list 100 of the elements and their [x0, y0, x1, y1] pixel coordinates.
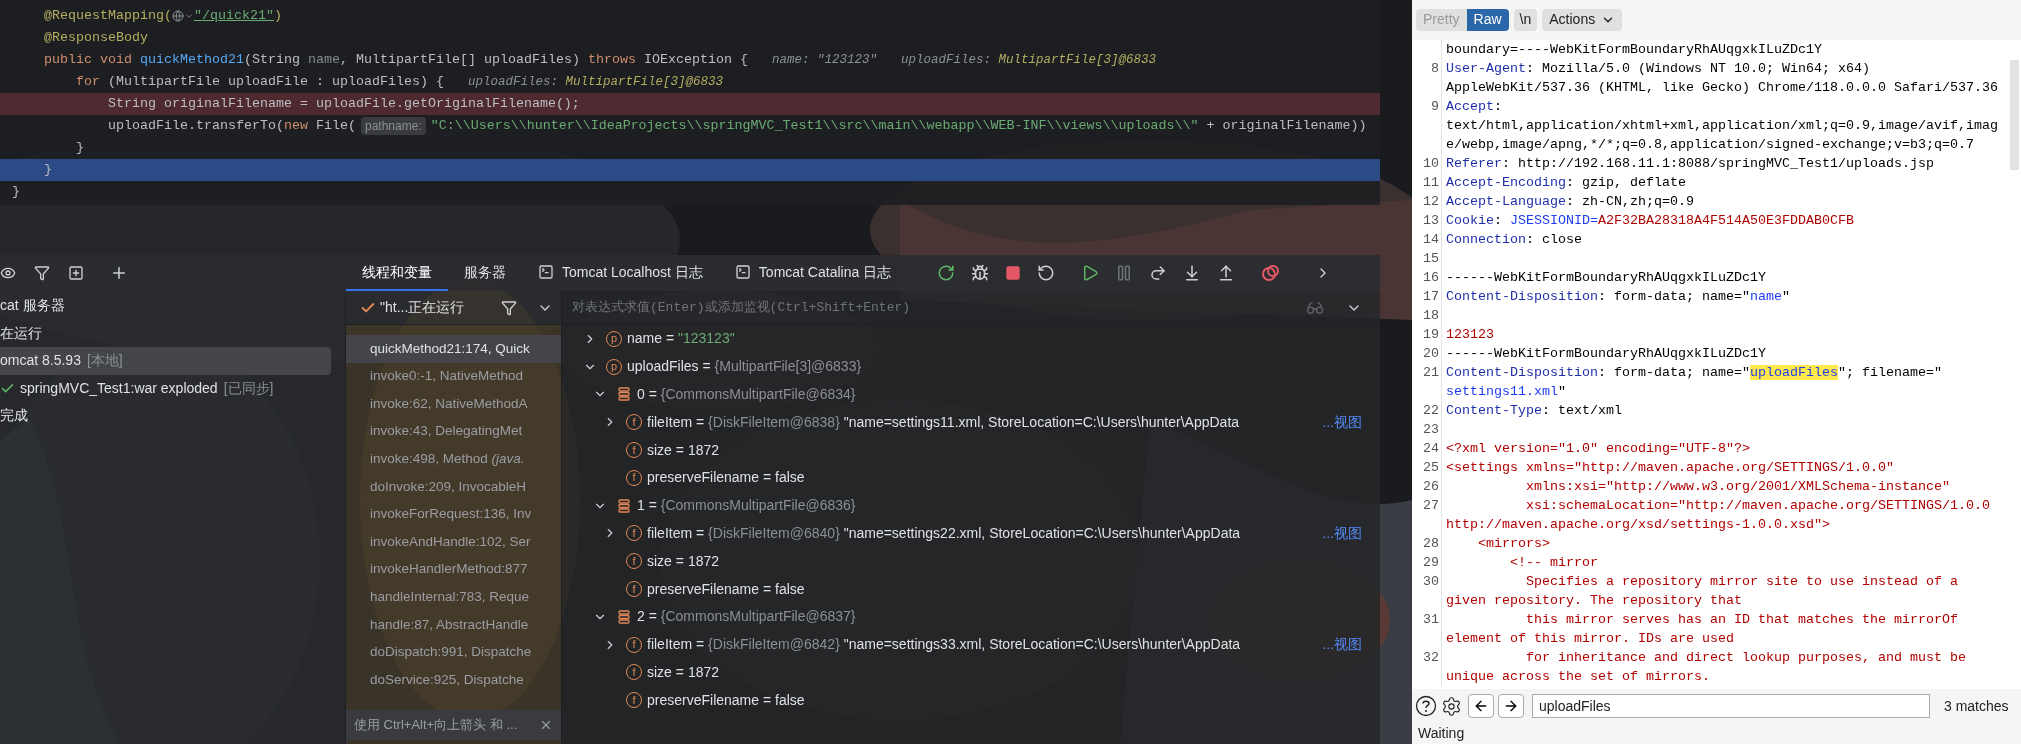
stack-frame[interactable]: handle:87, AbstractHandle — [346, 610, 561, 639]
request-text-line: ------WebKitFormBoundaryRhAUqgxkILuZDc1Y — [1445, 344, 1766, 363]
variable-text: size = 1872 — [647, 440, 720, 460]
bug-icon[interactable] — [971, 264, 990, 282]
stack-icon — [616, 608, 632, 625]
scrollbar-thumb[interactable] — [2009, 59, 2019, 170]
tab[interactable]: Tomcat Localhost 日志 — [522, 255, 719, 291]
request-text-line: http://maven.apache.org/xsd/settings-1.0.0.xsd"> — [1445, 515, 1830, 534]
tab[interactable]: 服务器 — [448, 255, 522, 291]
line-number: 30 — [1423, 573, 1439, 589]
refresh-icon[interactable] — [937, 264, 956, 282]
line-number: 31 — [1423, 611, 1439, 627]
request-text-line: Content-Disposition: form-data; name="uploadFiles"; filename=" — [1445, 363, 1942, 382]
filter-icon[interactable] — [501, 299, 517, 316]
hint-text: 使用 Ctrl+Alt+向上箭头 和 ... — [354, 716, 518, 735]
stack-frame[interactable]: doService:925, Dispatche — [346, 666, 561, 694]
request-text-line: settings11.xml" — [1445, 382, 1566, 401]
stack-frame[interactable]: invoke:498, Method (java. — [346, 445, 561, 473]
request-text-line: this mirror serves has an ID that matches the mirrorOf — [1524, 610, 1958, 629]
globe-menu-icon[interactable] — [171, 10, 194, 22]
line-number: 20 — [1423, 345, 1439, 361]
tree-item-label: omcat 8.5.93 — [0, 351, 81, 371]
add-icon[interactable] — [110, 264, 128, 282]
stack-frame[interactable]: invoke0:-1, NativeMethod — [346, 362, 561, 391]
tab[interactable]: 线程和变量 — [346, 255, 448, 291]
stop-icon[interactable] — [1005, 265, 1022, 281]
line-number: 18 — [1423, 307, 1439, 323]
request-text-line: <mirrors> — [1477, 534, 1550, 553]
request-text-line: Content-Type: text/xml — [1445, 401, 1622, 420]
request-text-line: User-Agent: Mozilla/5.0 (Windows NT 10.0; Win64; x64) — [1445, 59, 1870, 78]
code-line: @RequestMapping( — [43, 7, 172, 25]
next-button[interactable] — [1498, 694, 1524, 718]
request-text-line: Cookie: JSESSIONID=A2F32BA28318A4F514A50E3FDDAB0CFB — [1445, 211, 1854, 230]
request-text-line: e/webp,image/apng,*/*;q=0.8,application/signed-exchange;v=b3;q=0.7 — [1445, 135, 1974, 154]
previous-button[interactable] — [1468, 694, 1494, 718]
tree-item[interactable]: 在运行 — [0, 319, 331, 347]
line-number: 23 — [1423, 421, 1439, 437]
line-number: 22 — [1423, 402, 1439, 418]
request-text-line: Connection: close — [1445, 230, 1582, 249]
request-text-line: ------WebKitFormBoundaryRhAUqgxkILuZDc1Y — [1445, 268, 1766, 287]
help-icon[interactable] — [1415, 695, 1437, 717]
stack-frame[interactable]: doInvoke:209, InvocableH — [346, 472, 561, 501]
terminal-icon — [538, 264, 554, 280]
stack-icon — [616, 497, 632, 514]
view-link[interactable]: ...视图 — [1322, 411, 1362, 433]
new-tab-icon[interactable] — [68, 265, 84, 281]
request-text-line: boundary=----WebKitFormBoundaryRhAUqgxkILuZDc1Y — [1445, 40, 1822, 59]
request-text-line: Accept-Encoding: gzip, deflate — [1445, 173, 1686, 192]
stack-frame[interactable]: handleInternal:783, Reque — [346, 583, 561, 611]
tree-item[interactable]: omcat 8.5.93 [本地] — [0, 347, 331, 375]
thread-selector[interactable]: "ht...正在运行 — [380, 297, 465, 318]
line-number: 29 — [1423, 554, 1439, 570]
inline-value-hint: uploadFiles: MultipartFile[3]@6833 — [467, 73, 723, 91]
stack-frame[interactable]: doDispatch:991, Dispatche — [346, 638, 561, 667]
newline-toggle[interactable]: \n — [1513, 8, 1538, 31]
stack-frame[interactable]: invokeHandlerMethod:877 — [346, 555, 561, 584]
tree-item-label: springMVC_Test1:war exploded — [20, 378, 218, 398]
stack-frame[interactable]: quickMethod21:174, Quick — [346, 335, 561, 363]
variable-text: size = 1872 — [647, 662, 720, 682]
stack-frame[interactable]: invokeAndHandle:102, Ser — [346, 528, 561, 556]
variable-text: preserveFilename = false — [647, 468, 805, 488]
arrow-left-icon — [1473, 698, 1489, 714]
tab[interactable]: Tomcat Catalina 日志 — [718, 255, 908, 291]
request-text-line: Accept: — [1445, 97, 1502, 116]
tree-item-label: cat 服务器 — [0, 296, 65, 316]
arrow-right-icon — [1503, 698, 1519, 714]
view-link[interactable]: ...视图 — [1322, 522, 1362, 544]
close-icon[interactable] — [539, 718, 553, 732]
variable-text: fileItem = {DiskFileItem@6838} "name=settings11.xml, StoreLocation=C:\Users\hunter\AppData — [647, 412, 1240, 432]
request-text-line: text/html,application/xhtml+xml,application/xml;q=0.9,image/avif,imag — [1445, 116, 1998, 135]
circles-icon[interactable] — [1261, 264, 1282, 282]
search-field[interactable]: uploadFiles — [1532, 694, 1930, 718]
eye-icon[interactable] — [0, 265, 16, 281]
resume-icon[interactable] — [1081, 264, 1100, 282]
tree-item-label: 在运行 — [0, 323, 42, 343]
tree-item[interactable]: springMVC_Test1:war exploded [已同步] — [0, 374, 331, 402]
actions-button[interactable]: Actions — [1542, 8, 1623, 31]
stack-icon — [616, 386, 632, 403]
view-link[interactable]: ...视图 — [1322, 634, 1362, 656]
stack-frame[interactable]: invoke:43, DelegatingMet — [346, 417, 561, 446]
line-number: 16 — [1423, 269, 1439, 285]
line-number: 32 — [1423, 649, 1439, 665]
request-text-line: xsi:schemaLocation="http://maven.apache.org/SETTINGS/1.0.0 — [1524, 496, 1990, 515]
settings-icon[interactable] — [1441, 695, 1462, 717]
expression-field[interactable]: 对表达式求值(Enter)或添加监视(Ctrl+Shift+Enter) — [562, 291, 1380, 324]
code-line: } — [75, 139, 84, 157]
line-number: 26 — [1423, 478, 1439, 494]
variable-text: preserveFilename = false — [647, 579, 805, 599]
tree-item[interactable]: cat 服务器 — [0, 292, 331, 320]
code-line: } — [12, 183, 20, 201]
filter-icon[interactable] — [34, 265, 50, 281]
restart-icon[interactable] — [1037, 264, 1056, 282]
tree-item[interactable]: 完成 — [0, 402, 331, 430]
view-toggle[interactable]: Raw — [1466, 8, 1509, 31]
line-number: 28 — [1423, 535, 1439, 551]
step-over-icon[interactable] — [1149, 264, 1168, 282]
match-count: 3 matches — [1944, 696, 2009, 716]
stack-frame[interactable]: invoke:62, NativeMethodA — [346, 390, 561, 418]
stack-frame[interactable]: invokeForRequest:136, Inv — [346, 500, 561, 529]
tree-item-tag: [已同步] — [223, 377, 274, 399]
